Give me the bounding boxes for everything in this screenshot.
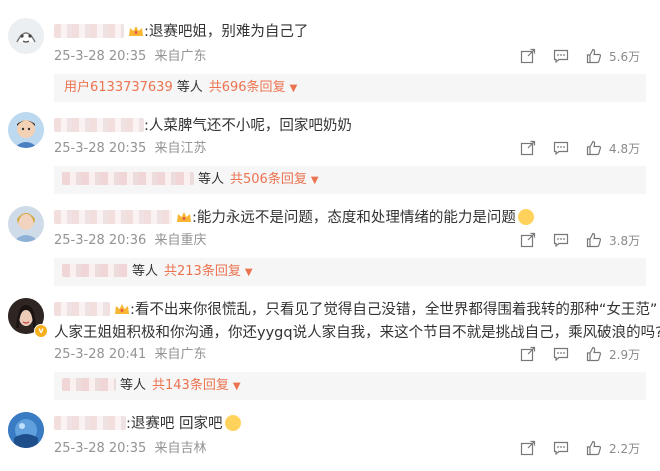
thumbs-up-icon[interactable] [586,232,602,248]
reply-user-blurred[interactable] [62,172,194,185]
username-blurred[interactable] [54,210,172,224]
reply-summary-bar[interactable]: 等人 共213条回复 ▼ [54,258,646,286]
comment-location: 来自吉林 [154,441,207,456]
comment-actions: 5.6万 [520,48,650,66]
comment-date: 25-3-28 20:36 [54,233,147,248]
reply-summary-bar[interactable]: 等人 共143条回复 ▼ [54,372,646,400]
comment-text: :人菜脾气还不小呢，回家吧奶奶 [144,118,352,134]
username-blurred[interactable] [54,302,110,316]
comment-text: :退赛吧姐，别难为自己了 [144,24,309,40]
verified-badge-icon: v [34,324,48,338]
laughing-emoji-icon [517,209,534,225]
like-count: 3.8万 [609,234,641,248]
reply-summary-bar[interactable]: 等人 共506条回复 ▼ [54,166,646,194]
crown-badge-icon [129,26,143,36]
reply-deng-text: 等人 [132,264,159,279]
reply-user-blurred[interactable] [62,264,128,277]
reply-count-link[interactable]: 共696条回复 [209,80,286,95]
reply-summary-bar[interactable]: 用户6133737639 等人 共696条回复 ▼ [54,74,646,102]
comment-actions: 3.8万 [520,232,650,250]
share-icon[interactable] [520,48,536,64]
comment-text-line: :人菜脾气还不小呢，回家吧奶奶 [54,116,352,136]
like-count: 2.9万 [609,348,641,362]
username-blurred[interactable] [54,24,124,38]
chevron-down-icon[interactable]: ▼ [290,75,298,103]
share-icon[interactable] [520,346,536,362]
comment-location: 来自广东 [154,347,207,362]
comment-meta: 25-3-28 20:41 来自广东 [54,346,207,364]
comment-text-line: :退赛吧姐，别难为自己了 [54,22,308,42]
crown-badge-icon [115,304,129,314]
reply-user-link[interactable]: 用户6133737639 [64,80,173,95]
comment-text: :能力永远不是问题，态度和处理情绪的能力是问题 [192,210,516,226]
chevron-down-icon[interactable]: ▼ [311,167,319,195]
crown-badge-icon [177,212,191,222]
comment-location: 来自江苏 [154,141,207,156]
like-count: 4.8万 [609,142,641,156]
comment-icon[interactable] [553,48,569,64]
comment-icon[interactable] [553,440,569,456]
avatar[interactable] [8,412,44,448]
thumbs-up-icon[interactable] [586,140,602,156]
username-blurred[interactable] [54,416,126,430]
comment-text-line: :能力永远不是问题，态度和处理情绪的能力是问题 [54,208,534,228]
reply-count-link[interactable]: 共506条回复 [230,172,307,187]
avatar[interactable] [8,112,44,148]
comment-meta: 25-3-28 20:35 来自江苏 [54,140,207,158]
chevron-down-icon[interactable]: ▼ [233,373,241,401]
comment-icon[interactable] [553,140,569,156]
thumbs-up-icon[interactable] [586,440,602,456]
comment-location: 来自重庆 [154,233,207,248]
reply-count-link[interactable]: 共143条回复 [152,378,229,393]
share-icon[interactable] [520,232,536,248]
comment-actions: 4.8万 [520,140,650,158]
comment-meta: 25-3-28 20:35 来自广东 [54,48,207,66]
comment-text-line: :看不出来你很慌乱，只看见了觉得自己没错，全世界都得围着我转的那种“女王范” [54,300,657,320]
comment-text-line-2: 人家王姐姐积极和你沟通，你还yygq说人家自我，来这个节目不就是挑战自己，乘风破… [54,323,660,343]
username-blurred[interactable] [54,118,144,132]
comment-date: 25-3-28 20:35 [54,49,147,64]
comment-text-continued: 人家王姐姐积极和你沟通，你还yygq说人家自我，来这个节目不就是挑战自己，乘风破… [54,325,660,341]
thumbs-up-icon[interactable] [586,48,602,64]
reply-count-link[interactable]: 共213条回复 [164,264,241,279]
comment-text: :退赛吧 回家吧 [126,416,223,432]
comment-text-line: :退赛吧 回家吧 [54,414,241,434]
avatar[interactable] [8,206,44,242]
like-count: 2.2万 [609,442,641,456]
reply-deng-text: 等人 [198,172,225,187]
share-icon[interactable] [520,440,536,456]
reply-deng-text: 等人 [176,80,203,95]
comment-actions: 2.2万 [520,440,650,458]
comment-meta: 25-3-28 20:36 来自重庆 [54,232,207,250]
comment-icon[interactable] [553,346,569,362]
comment-actions: 2.9万 [520,346,650,364]
comment-date: 25-3-28 20:41 [54,347,147,362]
reply-deng-text: 等人 [120,378,147,393]
comment-icon[interactable] [553,232,569,248]
thinking-emoji-icon [224,415,241,431]
reply-user-blurred[interactable] [62,378,116,391]
like-count: 5.6万 [609,50,641,64]
thumbs-up-icon[interactable] [586,346,602,362]
comment-location: 来自广东 [154,49,207,64]
comment-date: 25-3-28 20:35 [54,141,147,156]
comment-date: 25-3-28 20:35 [54,441,147,456]
comment-text: :看不出来你很慌乱，只看见了觉得自己没错，全世界都得围着我转的那种“女王范” [130,302,658,318]
avatar[interactable] [8,18,44,54]
share-icon[interactable] [520,140,536,156]
chevron-down-icon[interactable]: ▼ [245,259,253,287]
comment-meta: 25-3-28 20:35 来自吉林 [54,440,207,458]
